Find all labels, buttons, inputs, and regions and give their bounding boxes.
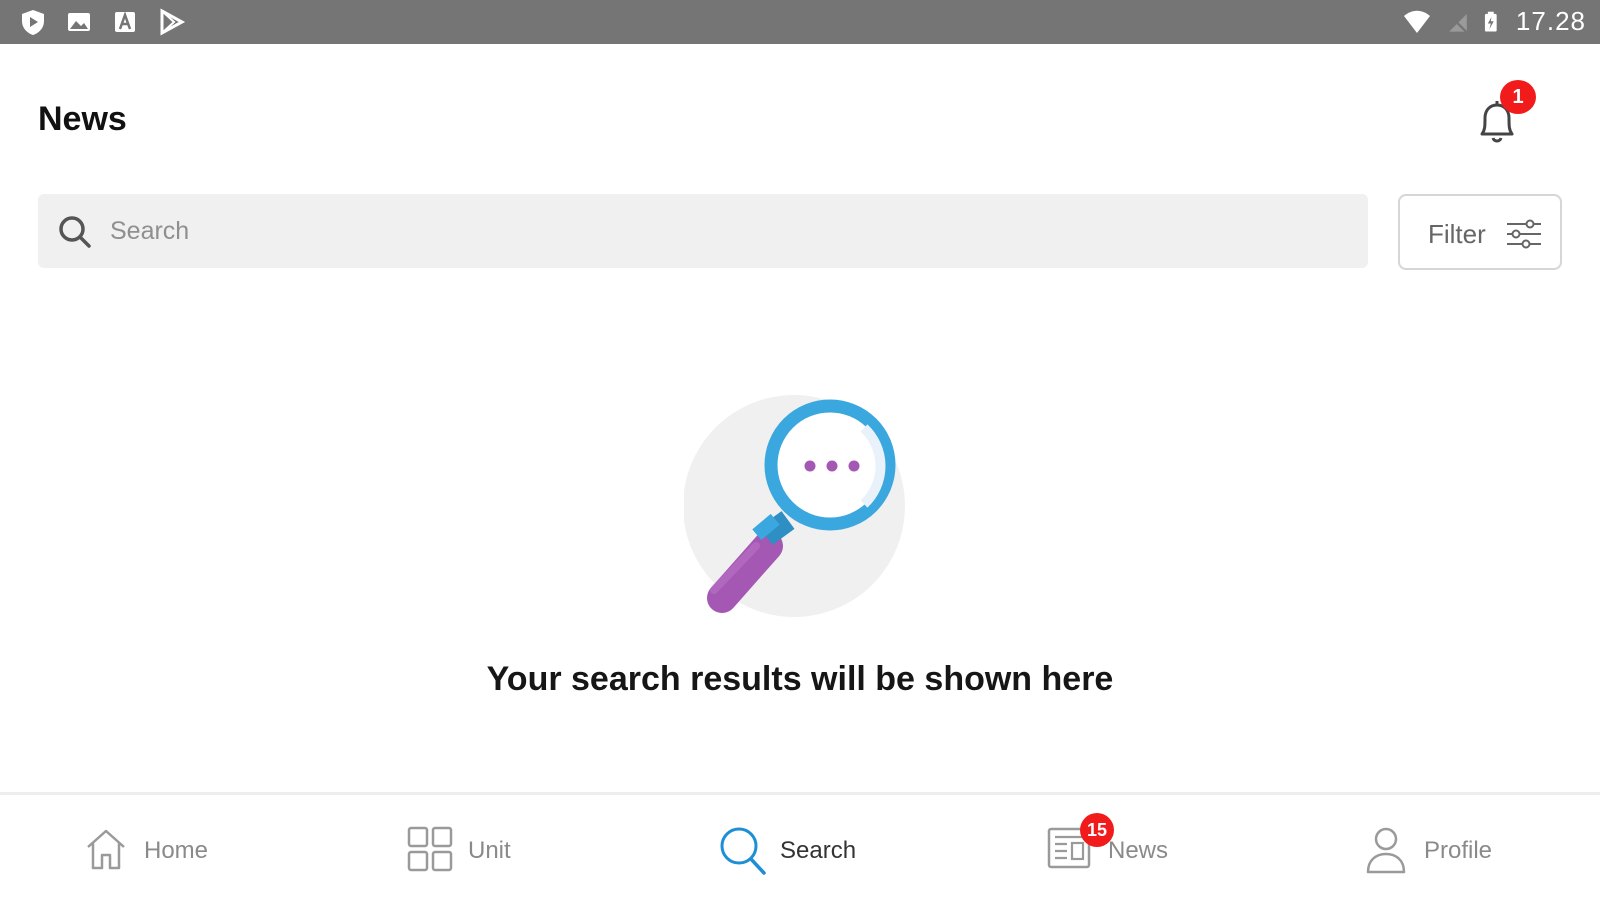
status-bar: 17.28 <box>0 0 1600 44</box>
status-bar-notifications <box>18 7 186 37</box>
search-icon <box>720 827 766 875</box>
grid-icon <box>407 826 453 872</box>
filter-button[interactable]: Filter <box>1398 194 1562 270</box>
nav-label-unit: Unit <box>468 837 511 864</box>
nav-item-unit[interactable]: Unit <box>402 795 542 895</box>
a-box-icon <box>115 11 135 32</box>
search-illustration <box>684 395 905 617</box>
status-bar-time: 17.28 <box>1515 6 1586 36</box>
home-icon <box>87 829 125 870</box>
page-title: News <box>38 100 127 138</box>
person-icon <box>1366 827 1406 874</box>
bottom-navigation: Home Unit Search 15 News Profile <box>0 792 1600 900</box>
empty-state-message: Your search results will be shown here <box>486 660 1114 698</box>
nav-label-profile: Profile <box>1424 837 1493 864</box>
search-bar[interactable] <box>38 194 1368 268</box>
nav-item-profile[interactable]: Profile <box>1360 795 1520 895</box>
nav-label-search: Search <box>780 837 857 864</box>
nav-item-home[interactable]: Home <box>78 795 238 895</box>
wifi-icon <box>1403 10 1430 33</box>
search-input[interactable] <box>110 194 1350 268</box>
image-icon <box>68 13 90 31</box>
notification-badge: 1 <box>1500 80 1536 114</box>
sliders-icon <box>1507 219 1541 249</box>
play-store-icon <box>160 8 186 36</box>
status-bar-system: 17.28 <box>1400 6 1586 37</box>
nav-label-home: Home <box>144 837 209 864</box>
no-signal-icon <box>1447 12 1469 34</box>
nav-item-search[interactable]: Search <box>716 795 886 895</box>
battery-charging-icon <box>1484 11 1497 32</box>
filter-label: Filter <box>1428 219 1486 249</box>
nav-item-news[interactable]: 15 News <box>1042 795 1202 895</box>
nav-label-news: News <box>1108 837 1169 864</box>
shield-icon <box>22 10 44 35</box>
search-icon <box>59 216 91 248</box>
